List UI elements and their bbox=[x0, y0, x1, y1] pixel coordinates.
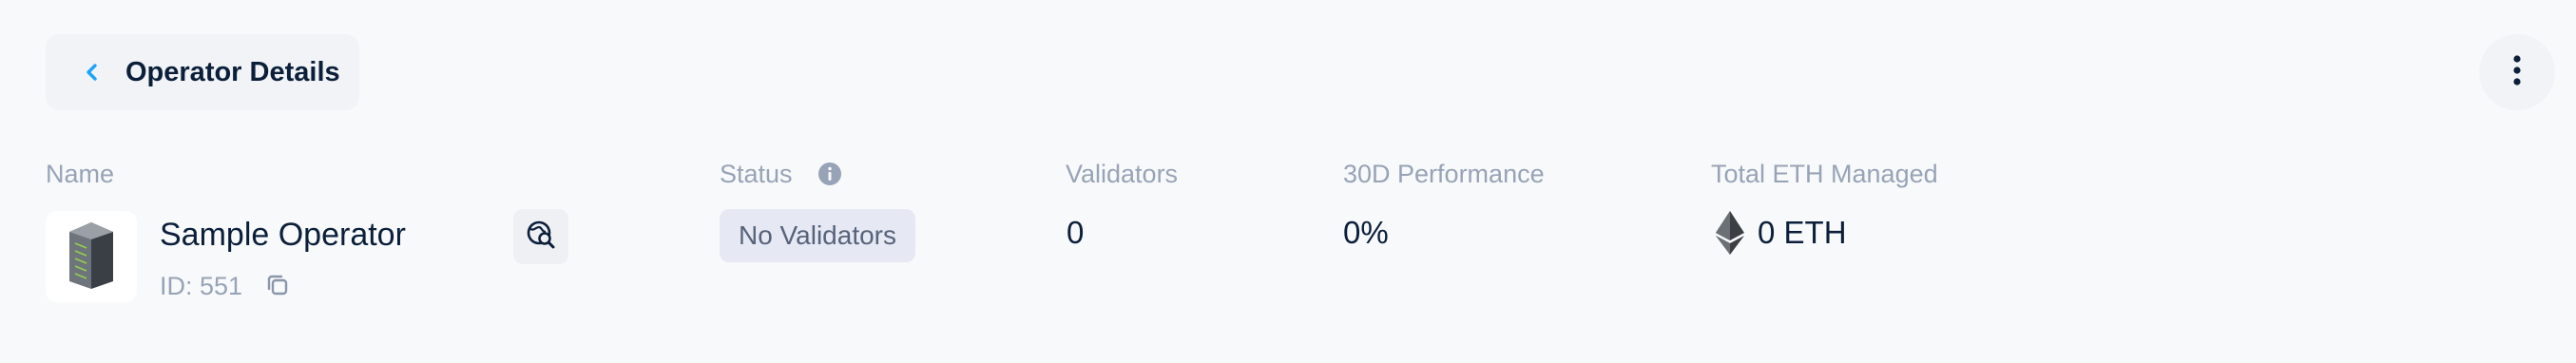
more-options-button[interactable] bbox=[2479, 34, 2555, 110]
chevron-left-icon bbox=[82, 62, 103, 83]
status-badge: No Validators bbox=[720, 209, 915, 262]
validators-count: 0 bbox=[1067, 215, 1085, 250]
column-header-validators: Validators bbox=[1066, 160, 1179, 188]
avatar bbox=[46, 211, 137, 302]
copy-id-button[interactable] bbox=[257, 266, 298, 308]
back-button[interactable]: Operator Details bbox=[46, 34, 359, 110]
column-header-performance: 30D Performance bbox=[1343, 160, 1545, 188]
ethereum-icon bbox=[1715, 211, 1745, 255]
server-rack-icon bbox=[66, 219, 117, 296]
explorer-search-icon bbox=[525, 219, 557, 256]
explorer-button[interactable] bbox=[513, 209, 568, 264]
column-header-eth-managed: Total ETH Managed bbox=[1711, 160, 1938, 188]
performance-value: 0% bbox=[1343, 215, 1389, 250]
eth-managed-value: 0 ETH bbox=[1758, 215, 1847, 250]
operator-id: ID: 551 bbox=[160, 272, 243, 300]
column-header-status: Status bbox=[720, 160, 793, 188]
column-header-name: Name bbox=[46, 160, 115, 188]
info-icon[interactable] bbox=[817, 162, 842, 186]
page-title: Operator Details bbox=[125, 56, 340, 87]
kebab-menu-icon bbox=[2511, 53, 2523, 92]
operator-name: Sample Operator bbox=[160, 217, 406, 253]
copy-icon bbox=[264, 272, 291, 303]
